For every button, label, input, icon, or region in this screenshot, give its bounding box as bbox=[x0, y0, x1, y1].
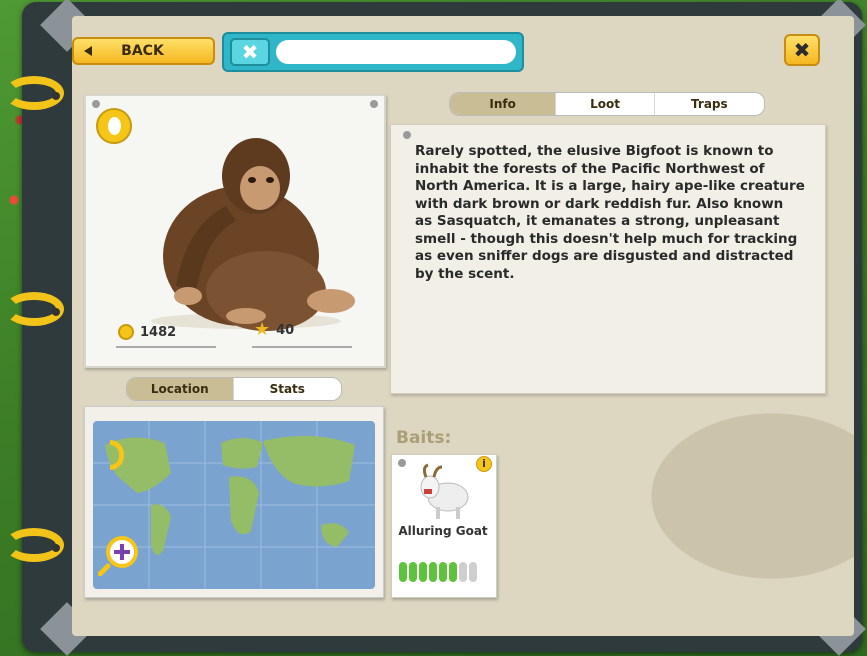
close-button[interactable]: ✖ bbox=[784, 34, 820, 66]
bait-name: Alluring Goat bbox=[398, 524, 488, 538]
map-tabs: Location Stats bbox=[126, 377, 342, 401]
zoom-in-icon[interactable] bbox=[98, 532, 142, 576]
star-icon: ★ bbox=[254, 319, 271, 340]
pin bbox=[403, 131, 411, 139]
progress-pip bbox=[409, 562, 417, 582]
progress-pip bbox=[449, 562, 457, 582]
search-bar: ✖ bbox=[222, 32, 524, 72]
creature-description: Rarely spotted, the elusive Bigfoot is k… bbox=[415, 143, 805, 282]
arrow-left-icon bbox=[84, 46, 92, 56]
info-tabs: Info Loot Traps bbox=[449, 92, 765, 116]
close-icon: ✖ bbox=[793, 38, 811, 62]
bait-progress bbox=[399, 562, 477, 582]
bigfoot-image bbox=[151, 138, 355, 331]
tab-location[interactable]: Location bbox=[127, 378, 234, 400]
info-icon[interactable]: i bbox=[476, 456, 492, 472]
stars-stat: ★ 40 bbox=[254, 319, 295, 340]
progress-pip bbox=[419, 562, 427, 582]
baits-heading: Baits: bbox=[396, 428, 452, 448]
progress-pip bbox=[469, 562, 477, 582]
coins-stat: 1482 bbox=[118, 324, 176, 340]
divider bbox=[252, 346, 352, 348]
progress-pip bbox=[429, 562, 437, 582]
coins-value: 1482 bbox=[140, 324, 177, 340]
divider bbox=[116, 346, 216, 348]
binder-ring bbox=[4, 76, 64, 110]
back-button-label: BACK bbox=[121, 43, 164, 59]
back-button[interactable]: BACK bbox=[72, 37, 215, 65]
tab-traps[interactable]: Traps bbox=[655, 93, 764, 115]
tab-loot[interactable]: Loot bbox=[556, 93, 655, 115]
tab-info[interactable]: Info bbox=[450, 93, 557, 115]
search-input[interactable] bbox=[276, 40, 516, 64]
clear-search-button[interactable]: ✖ bbox=[230, 38, 270, 66]
tab-stats[interactable]: Stats bbox=[234, 378, 342, 400]
binder-ring bbox=[4, 292, 64, 326]
progress-pip bbox=[439, 562, 447, 582]
coin-icon bbox=[118, 324, 134, 340]
creature-portrait-card: 1482 ★ 40 bbox=[84, 94, 386, 368]
pin bbox=[370, 100, 378, 108]
stars-value: 40 bbox=[276, 322, 295, 338]
description-panel: Rarely spotted, the elusive Bigfoot is k… bbox=[390, 124, 826, 394]
close-icon: ✖ bbox=[241, 40, 259, 64]
goat-image bbox=[420, 463, 469, 519]
progress-pip bbox=[399, 562, 407, 582]
binder-ring bbox=[4, 528, 64, 562]
pin bbox=[92, 100, 100, 108]
pin bbox=[398, 459, 406, 467]
progress-pip bbox=[459, 562, 467, 582]
